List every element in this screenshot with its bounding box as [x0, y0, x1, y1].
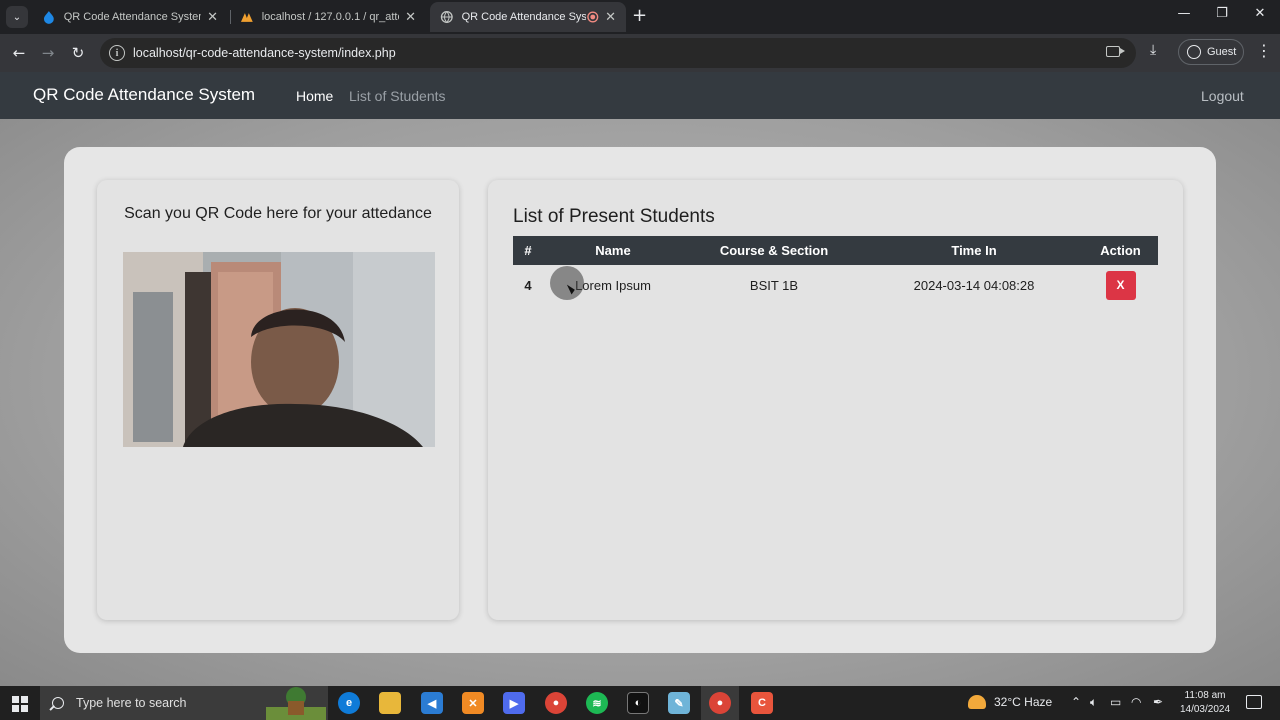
tab-label: QR Code Attendance System	[461, 11, 586, 23]
menu-kebab-icon[interactable]: ⋮	[1256, 41, 1272, 60]
browser-tab-3-active[interactable]: QR Code Attendance System ✕	[430, 2, 626, 32]
haze-weather-icon	[968, 695, 986, 709]
clock-date: 14/03/2024	[1179, 704, 1231, 715]
app-navbar: QR Code Attendance System Home List of S…	[0, 72, 1280, 119]
windows-taskbar: Type here to search e ◀ ✕ ▶ ● ≋ ◐ ✎ ● C …	[0, 686, 1280, 720]
action-cell: X	[1083, 265, 1158, 305]
close-tab-icon[interactable]: ✕	[207, 9, 218, 25]
browser-tab-1[interactable]: QR Code Attendance System U ✕	[32, 2, 228, 32]
clock-time: 11:08 am	[1184, 690, 1226, 701]
notification-icon[interactable]	[1246, 695, 1262, 709]
file-explorer-icon[interactable]	[379, 692, 401, 714]
tray-chevron-icon[interactable]: ⌃	[1071, 695, 1081, 709]
tab-label: QR Code Attendance System U	[63, 11, 201, 23]
xampp-app-icon[interactable]: ✕	[462, 692, 484, 714]
navbar-brand[interactable]: QR Code Attendance System	[33, 85, 255, 105]
col-header-course: Course & Section	[683, 236, 865, 265]
profile-button[interactable]: Guest	[1178, 39, 1244, 65]
weather-text: 32°C Haze	[994, 695, 1053, 709]
qr-scanner-panel: Scan you QR Code here for your attedance	[97, 180, 459, 620]
cursor-highlight	[550, 266, 584, 300]
site-info-icon[interactable]: i	[109, 45, 125, 61]
nav-list-of-students-link[interactable]: List of Students	[349, 88, 446, 104]
reload-icon[interactable]: ↻	[67, 42, 89, 64]
row-number: 4	[524, 277, 532, 293]
new-tab-button[interactable]: +	[632, 6, 647, 26]
table-row: 4 Lorem Ipsum BSIT 1B 2024-03-14 04:08:2…	[513, 265, 1158, 305]
tab-search-dropdown[interactable]: ⌄	[6, 6, 28, 28]
pen-icon[interactable]: ✒	[1153, 695, 1163, 709]
profile-icon	[1187, 45, 1201, 59]
volume-icon[interactable]: 🔈︎	[1090, 695, 1097, 710]
taskbar-search-placeholder: Type here to search	[76, 696, 187, 710]
delete-attendance-button[interactable]: X	[1105, 270, 1136, 300]
table-header-row: # Name Course & Section Time In Action	[513, 236, 1158, 265]
close-tab-icon[interactable]: ✕	[405, 9, 416, 25]
tab-label: localhost / 127.0.0.1 / qr_attend	[261, 11, 399, 23]
browser-tabbar: ⌄ QR Code Attendance System U ✕ localhos…	[0, 0, 1280, 34]
col-header-action: Action	[1083, 236, 1158, 265]
taskbar-clock[interactable]: 11:08 am 14/03/2024	[1176, 689, 1234, 717]
weather-widget[interactable]: 32°C Haze	[968, 695, 1052, 709]
main-card: Scan you QR Code here for your attedance	[64, 147, 1216, 653]
network-icon[interactable]: ◠	[1131, 695, 1141, 709]
search-highlight-icon	[266, 687, 326, 720]
spotify-app-icon[interactable]: ≋	[586, 692, 608, 714]
col-header-time-in: Time In	[865, 236, 1083, 265]
camera-in-use-icon[interactable]	[1106, 46, 1125, 57]
media-app-icon[interactable]: ▶	[503, 692, 525, 714]
notes-app-icon[interactable]: ✎	[668, 692, 690, 714]
windows-start-icon[interactable]	[12, 696, 28, 712]
chrome-app-icon[interactable]: ●	[545, 692, 567, 714]
close-window-button[interactable]: ✕	[1246, 6, 1274, 21]
download-icon[interactable]: ⤓	[1150, 42, 1156, 58]
edge-app-icon[interactable]: e	[338, 692, 360, 714]
browser-tab-2[interactable]: localhost / 127.0.0.1 / qr_attend ✕	[230, 2, 426, 32]
recording-icon	[586, 11, 598, 23]
camera-preview	[123, 252, 435, 447]
chrome-active-app-icon[interactable]: ●	[709, 692, 731, 714]
drupal-favicon-icon	[43, 11, 54, 24]
code-editor-app-icon[interactable]: C	[751, 692, 773, 714]
maximize-button[interactable]: ❐	[1208, 6, 1236, 21]
globe-favicon-icon	[440, 11, 453, 24]
present-students-title: List of Present Students	[513, 206, 715, 227]
back-arrow-icon[interactable]: ←	[8, 42, 30, 64]
browser-toolbar: ← → ↻ i localhost/qr-code-attendance-sys…	[0, 34, 1280, 72]
search-icon	[52, 697, 64, 709]
col-header-name: Name	[543, 236, 683, 265]
vscode-app-icon[interactable]: ◀	[421, 692, 443, 714]
forward-arrow-icon[interactable]: →	[37, 42, 59, 64]
address-bar[interactable]: i localhost/qr-code-attendance-system/in…	[100, 38, 1136, 68]
student-time-in: 2024-03-14 04:08:28	[913, 277, 1035, 293]
page-viewport: QR Code Attendance System Home List of S…	[0, 72, 1280, 686]
terminal-app-icon[interactable]: ◐	[627, 692, 649, 714]
url-text[interactable]: localhost/qr-code-attendance-system/inde…	[133, 46, 396, 60]
close-tab-icon[interactable]: ✕	[605, 9, 616, 25]
student-course: BSIT 1B	[749, 277, 799, 293]
webcam-feed-image	[123, 252, 435, 447]
phpmyadmin-favicon-icon	[240, 13, 253, 22]
scanner-title: Scan you QR Code here for your attedance	[124, 205, 432, 222]
attendance-table: # Name Course & Section Time In Action 4…	[513, 236, 1158, 305]
battery-icon[interactable]: ▭	[1110, 695, 1121, 709]
logout-link[interactable]: Logout	[1201, 88, 1244, 104]
col-header-number: #	[513, 236, 543, 265]
profile-label: Guest	[1207, 46, 1237, 58]
nav-home-link[interactable]: Home	[296, 88, 333, 104]
minimize-button[interactable]: —	[1170, 6, 1198, 21]
present-students-panel: List of Present Students # Name Course &…	[488, 180, 1183, 620]
